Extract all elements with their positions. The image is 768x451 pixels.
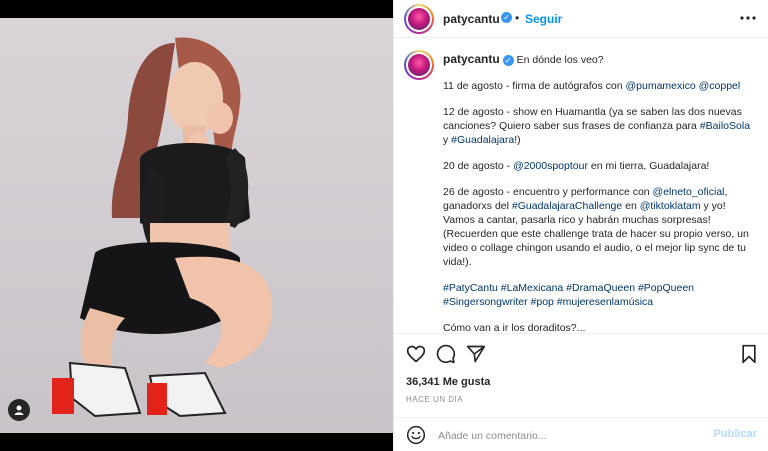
mention-link[interactable]: @tiktoklatam <box>640 200 701 212</box>
caption-text-run: en mi tierra, Guadalajara! <box>587 160 710 172</box>
caption-area: patycantu ✓ En dónde los veo? 11 de agost… <box>394 38 768 333</box>
caption-paragraph-3: 20 de agosto - @2000spoptour en mi tierr… <box>443 159 753 173</box>
dot-separator: • <box>515 11 520 25</box>
heart-icon[interactable] <box>406 344 426 364</box>
caption-text-run: en <box>622 200 640 212</box>
caption-avatar[interactable] <box>404 50 434 80</box>
hashtag-link[interactable]: #Guadalajara <box>451 134 514 146</box>
caption-paragraph-2: 12 de agosto - show en Huamantla (ya se … <box>443 105 753 147</box>
mention-link[interactable]: @pumamexico <box>626 80 696 92</box>
person-icon <box>14 405 24 415</box>
instagram-post: patycantu ✓ • Seguir patycantu ✓ En dónde… <box>0 0 768 451</box>
post-side-panel: patycantu ✓ • Seguir patycantu ✓ En dónde… <box>393 0 768 451</box>
mention-link[interactable]: @elneto_oficial <box>653 186 725 198</box>
more-horizontal-icon[interactable] <box>740 14 756 22</box>
comment-bar: Publicar <box>394 417 768 451</box>
caption-first-line: patycantu ✓ En dónde los veo? <box>443 52 753 67</box>
caption-cut-line: Cómo van a ir los doraditos?... <box>443 322 586 333</box>
hashtag-link[interactable]: #GuadalajaraChallenge <box>512 200 622 212</box>
caption-text-run: 12 de agosto - show en Huamantla (ya se … <box>443 106 742 132</box>
photo-illustration <box>52 37 273 418</box>
hashtags-paragraph[interactable]: #PatyCantu #LaMexicana #DramaQueen #PopQ… <box>443 281 753 309</box>
post-media <box>0 0 393 451</box>
share-icon[interactable] <box>466 344 486 364</box>
publish-button[interactable]: Publicar <box>714 428 757 440</box>
caption-paragraph-1: 11 de agosto - firma de autógrafos con @… <box>443 79 753 93</box>
action-bar <box>394 333 768 373</box>
caption-text-run: 11 de agosto - firma de autógrafos con <box>443 80 626 92</box>
avatar[interactable] <box>404 4 434 34</box>
bookmark-icon[interactable] <box>739 344 759 364</box>
caption-text-run: y <box>443 134 452 146</box>
caption-intro: En dónde los veo? <box>516 54 604 66</box>
header-username[interactable]: patycantu <box>443 12 500 26</box>
post-photo[interactable] <box>0 18 393 433</box>
user-tag-icon[interactable] <box>8 399 30 421</box>
post-timestamp[interactable]: HACE UN DÍA <box>406 395 463 404</box>
caption-username[interactable]: patycantu <box>443 52 500 66</box>
caption-text-run: 20 de agosto - <box>443 160 514 172</box>
caption-text-run: 26 de agosto - encuentro y performance c… <box>443 186 653 198</box>
post-header: patycantu ✓ • Seguir <box>394 0 768 38</box>
caption-paragraph-4: 26 de agosto - encuentro y performance c… <box>443 185 753 269</box>
comment-icon[interactable] <box>436 344 456 364</box>
caption-text: patycantu ✓ En dónde los veo? 11 de agost… <box>443 52 753 333</box>
likes-count[interactable]: 36,341 Me gusta <box>406 376 490 388</box>
verified-badge-icon: ✓ <box>501 12 512 23</box>
hashtag-link[interactable]: #BailoSola <box>700 120 750 132</box>
comment-input[interactable] <box>436 426 690 446</box>
follow-button[interactable]: Seguir <box>525 12 562 26</box>
caption-text-run: !) <box>514 134 521 146</box>
mention-link[interactable]: @coppel <box>699 80 741 92</box>
emoji-icon[interactable] <box>406 425 426 445</box>
verified-badge-icon: ✓ <box>502 54 514 66</box>
mention-link[interactable]: @2000spoptour <box>513 160 588 172</box>
